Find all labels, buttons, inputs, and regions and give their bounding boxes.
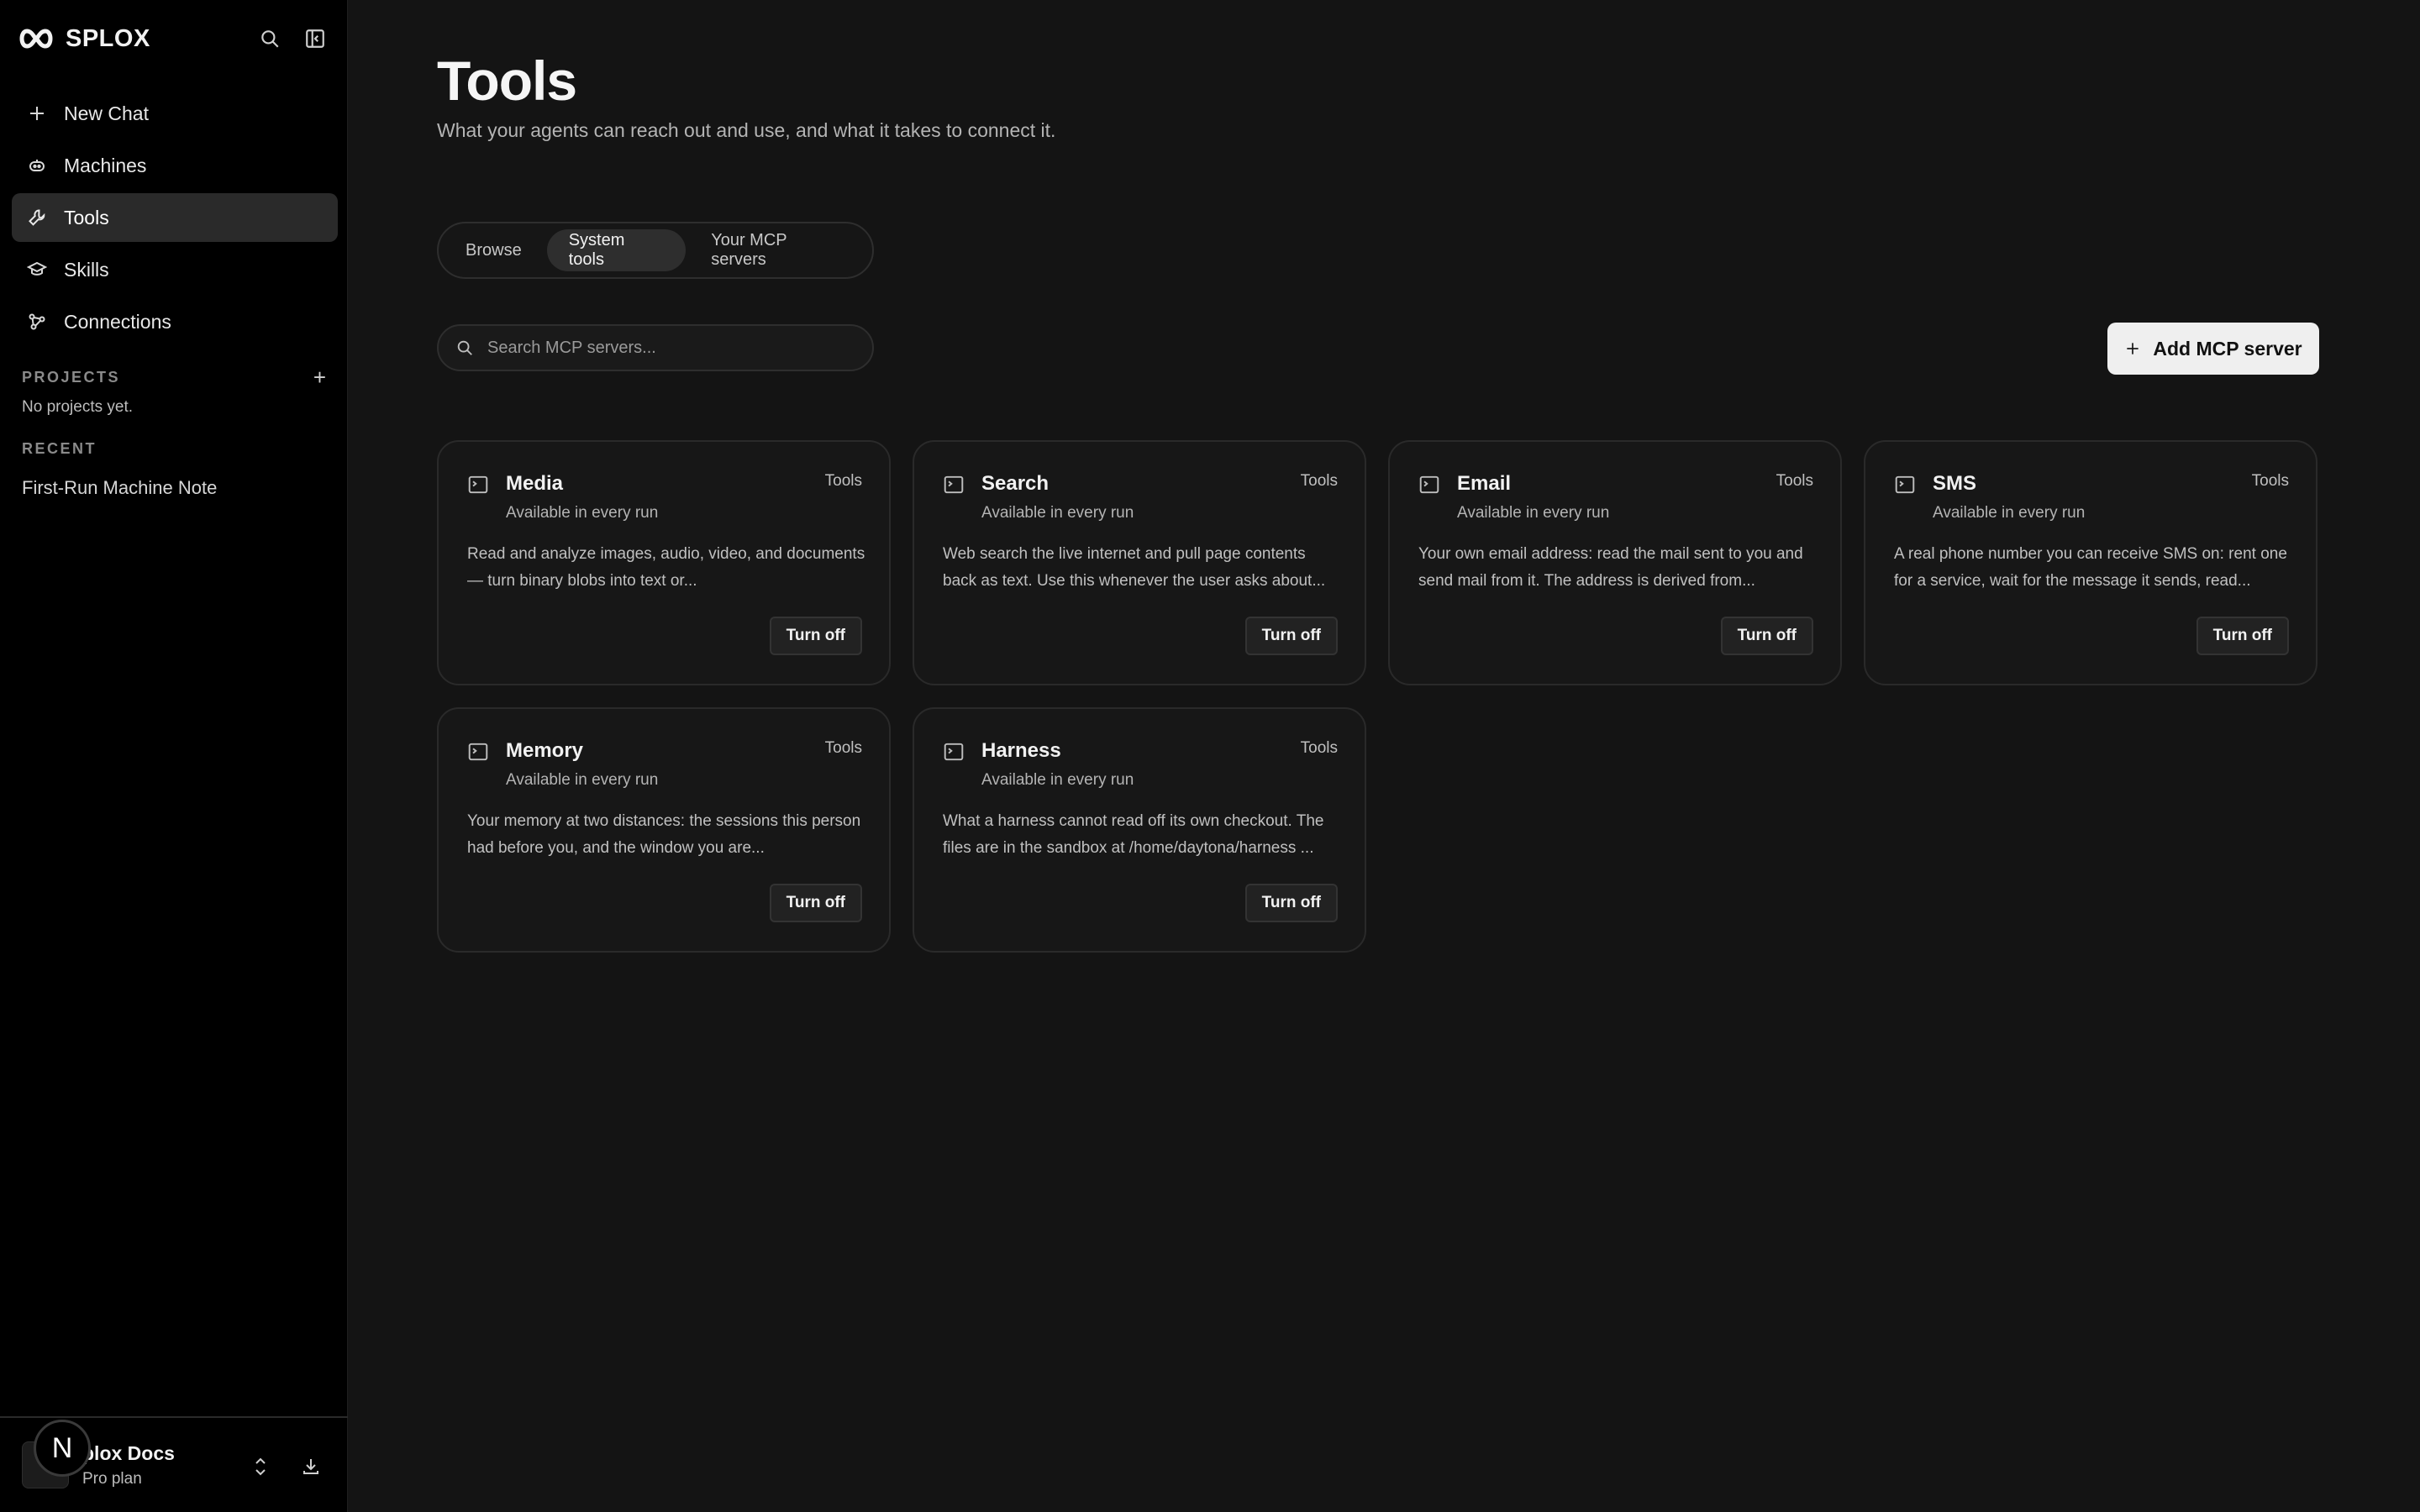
tool-card-description: A real phone number you can receive SMS … (1894, 545, 2287, 590)
tool-card-availability: Available in every run (981, 504, 1134, 522)
tool-card-title: Media (506, 472, 564, 495)
tool-card-description: Your memory at two distances: the sessio… (467, 812, 861, 857)
search-bar (437, 324, 874, 371)
user-avatar-badge[interactable]: N (34, 1420, 91, 1477)
workspace-plan: Pro plan (82, 1469, 142, 1488)
expand-collapse-icon[interactable] (249, 1455, 272, 1478)
sidebar-item-new-chat[interactable]: New Chat (12, 89, 338, 138)
tool-card-title: Email (1457, 472, 1512, 495)
workspace-name: plox Docs (82, 1441, 175, 1464)
turn-off-button[interactable]: Turn off (769, 884, 862, 922)
tool-card-tag: Tools (1300, 472, 1338, 490)
sidebar-nav: New Chat Machines Tools Skills Connectio… (12, 89, 338, 349)
recent-heading: RECENT (22, 440, 97, 457)
infinity-logo-icon (19, 29, 53, 49)
tool-card-availability: Available in every run (506, 771, 659, 789)
search-icon[interactable] (258, 27, 281, 50)
turn-off-button[interactable]: Turn off (1244, 617, 1338, 655)
tool-card-title: Search (981, 472, 1050, 495)
tool-card-sms[interactable]: SMS Tools Available in every run A real … (1864, 440, 2317, 685)
plus-icon (2127, 343, 2139, 354)
tool-card-memory[interactable]: Memory Tools Available in every run Your… (437, 707, 891, 953)
tab-system-tools[interactable]: System tools (546, 229, 687, 271)
tool-card-description: Your own email address: read the mail se… (1418, 545, 1803, 590)
tool-card-tag: Tools (1776, 472, 1813, 490)
tool-card-title: Harness (981, 739, 1061, 762)
download-icon[interactable] (299, 1455, 323, 1478)
app-root: SPLOX New Chat Machines Tools Skills Con… (0, 0, 2420, 1512)
tool-card-description: Read and analyze images, audio, video, a… (467, 545, 865, 590)
tool-card-availability: Available in every run (1457, 504, 1610, 522)
add-mcp-server-label: Add MCP server (2153, 337, 2302, 360)
tool-card-title: Memory (506, 739, 584, 762)
terminal-icon (468, 743, 488, 761)
tool-card-harness[interactable]: Harness Tools Available in every run Wha… (913, 707, 1366, 953)
wrench-icon (29, 209, 45, 226)
tools-tabs: Browse System tools Your MCP servers (437, 222, 874, 279)
turn-off-button[interactable]: Turn off (1720, 617, 1813, 655)
sidebar-item-connections[interactable]: Connections (12, 297, 338, 346)
sidebar-item-machines[interactable]: Machines (12, 141, 338, 190)
page-title: Tools (437, 50, 577, 112)
search-input[interactable] (487, 338, 857, 358)
tool-card-availability: Available in every run (981, 771, 1134, 789)
turn-off-button[interactable]: Turn off (1244, 884, 1338, 922)
tool-card-email[interactable]: Email Tools Available in every run Your … (1388, 440, 1842, 685)
sidebar-item-skills[interactable]: Skills (12, 245, 338, 294)
sidebar-item-label: Skills (64, 258, 109, 281)
projects-section-header: PROJECTS + (22, 365, 326, 391)
sidebar-header: SPLOX (17, 22, 327, 55)
page-subtitle: What your agents can reach out and use, … (437, 119, 1056, 141)
terminal-icon (944, 743, 964, 761)
tool-card-description: What a harness cannot read off its own c… (943, 812, 1324, 857)
sidebar-item-label: Machines (64, 154, 147, 176)
sidebar-item-label: Connections (64, 310, 171, 333)
main-content: Tools What your agents can reach out and… (348, 0, 2420, 1512)
tool-card-tag: Tools (2251, 472, 2289, 490)
collapse-sidebar-icon[interactable] (303, 27, 327, 50)
tab-browse[interactable]: Browse (444, 229, 544, 271)
terminal-icon (944, 475, 964, 494)
terminal-icon (1419, 475, 1439, 494)
tool-card-tag: Tools (824, 472, 862, 490)
sidebar-item-label: Tools (64, 206, 109, 228)
terminal-icon (1895, 475, 1915, 494)
brand-logo[interactable]: SPLOX (17, 25, 150, 53)
tool-card-search[interactable]: Search Tools Available in every run Web … (913, 440, 1366, 685)
sidebar: SPLOX New Chat Machines Tools Skills Con… (0, 0, 348, 1512)
tool-card-availability: Available in every run (506, 504, 659, 522)
tool-card-title: SMS (1933, 472, 1977, 495)
turn-off-button[interactable]: Turn off (769, 617, 862, 655)
sidebar-item-label: New Chat (64, 102, 149, 124)
tool-card-media[interactable]: Media Tools Available in every run Read … (437, 440, 891, 685)
tab-your-mcp-servers[interactable]: Your MCP servers (689, 229, 867, 271)
search-icon (457, 340, 472, 355)
nodes-icon (29, 313, 45, 330)
plus-icon (30, 107, 44, 120)
graduation-cap-icon (27, 261, 47, 276)
projects-empty-text: No projects yet. (22, 398, 133, 416)
terminal-icon (468, 475, 488, 494)
turn-off-button[interactable]: Turn off (2196, 617, 2289, 655)
add-project-icon[interactable]: + (313, 365, 326, 391)
projects-heading: PROJECTS (22, 369, 121, 386)
tool-card-availability: Available in every run (1933, 504, 2086, 522)
brand-name: SPLOX (66, 24, 150, 52)
robot-icon (29, 160, 45, 171)
tool-card-tag: Tools (1300, 739, 1338, 757)
sidebar-item-tools[interactable]: Tools (12, 193, 338, 242)
add-mcp-server-button[interactable]: Add MCP server (2107, 323, 2319, 375)
recent-chat-item[interactable]: First-Run Machine Note (22, 477, 217, 499)
tool-card-tag: Tools (824, 739, 862, 757)
recent-section-header: RECENT (22, 440, 326, 458)
tool-card-description: Web search the live internet and pull pa… (943, 545, 1326, 590)
